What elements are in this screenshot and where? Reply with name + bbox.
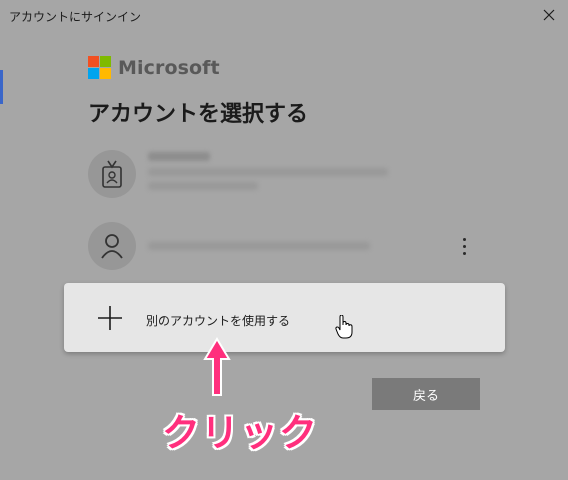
blurred-account-email — [148, 242, 370, 250]
avatar — [88, 150, 136, 198]
use-another-account-label: 別のアカウントを使用する — [146, 314, 291, 328]
page-title: アカウントを選択する — [88, 102, 309, 127]
badge-user-icon — [102, 160, 122, 188]
close-icon — [543, 9, 555, 21]
blurred-account-email — [148, 168, 388, 176]
use-another-account-button[interactable]: 別のアカウントを使用する — [64, 283, 505, 352]
signin-window: アカウントにサインイン Microsoft アカウントを選択する 別のアカウント… — [0, 0, 568, 480]
logo-text: Microsoft — [118, 56, 220, 79]
plus-icon — [98, 306, 122, 330]
close-button[interactable] — [540, 6, 558, 24]
avatar — [88, 222, 136, 270]
annotation-arrow-icon — [203, 337, 231, 396]
window-edge-accent — [0, 70, 3, 104]
blurred-account-name — [148, 152, 210, 161]
microsoft-squares-icon — [88, 56, 111, 79]
window-title: アカウントにサインイン — [9, 10, 142, 24]
hand-cursor-icon — [335, 315, 353, 339]
microsoft-logo: Microsoft — [88, 56, 220, 79]
click-annotation: クリック — [162, 411, 319, 455]
person-icon — [101, 234, 123, 259]
account-item-2[interactable] — [80, 214, 480, 278]
more-options-icon[interactable] — [458, 236, 470, 258]
title-bar: アカウントにサインイン — [0, 0, 568, 32]
blurred-account-detail — [148, 182, 258, 190]
account-item-1[interactable] — [80, 142, 480, 206]
back-button[interactable]: 戻る — [372, 378, 480, 410]
